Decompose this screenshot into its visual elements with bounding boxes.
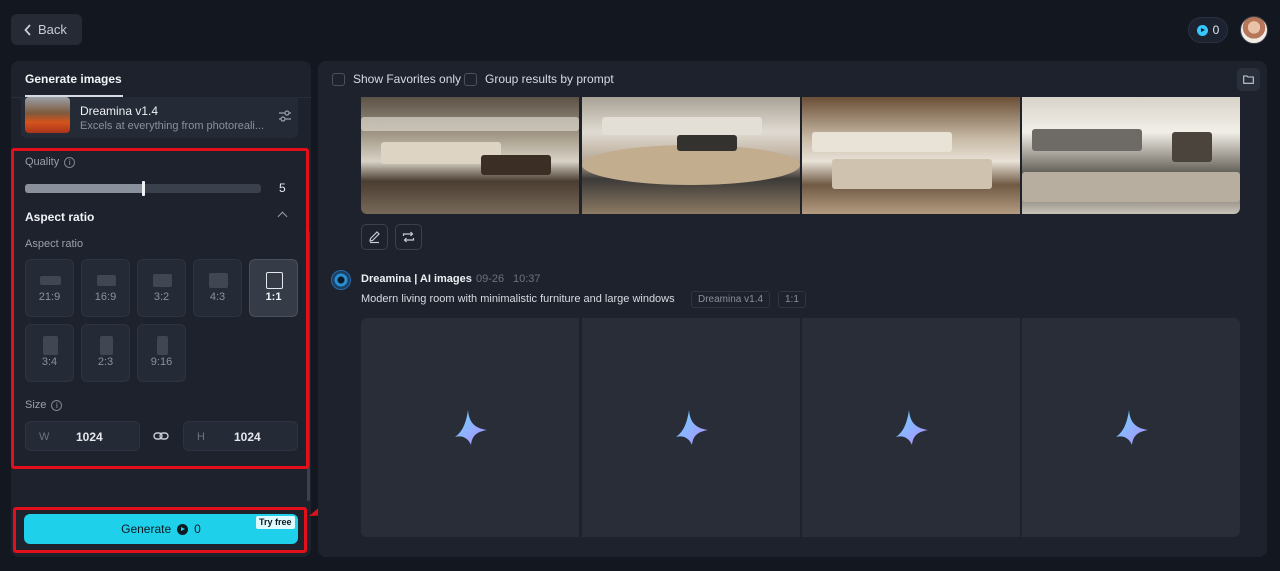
ratio-tag: 1:1 (778, 291, 806, 308)
credits-count: 0 (1212, 23, 1220, 37)
model-tag: Dreamina v1.4 (691, 291, 771, 308)
feed-prompt[interactable]: Modern living room with minimalistic fur… (361, 293, 675, 305)
edit-pencil-icon (369, 231, 380, 244)
results-panel: Show Favorites only Group results by pro… (318, 61, 1267, 557)
model-description: Excels at everything from photoreali... (80, 120, 265, 132)
back-button[interactable]: Back (11, 14, 82, 45)
image-detail (361, 117, 579, 131)
folder-icon (1243, 75, 1254, 84)
group-results-label: Group results by prompt (485, 72, 614, 86)
image-detail (602, 117, 762, 135)
model-name: Dreamina v1.4 (80, 104, 159, 118)
loading-image-placeholder (582, 318, 800, 537)
loading-image-placeholder (1022, 318, 1240, 537)
annotation-highlight-generate (13, 507, 307, 553)
credit-coin-icon (1196, 24, 1208, 36)
loading-image-placeholder (361, 318, 579, 537)
tab-generate-images[interactable]: Generate images (25, 72, 122, 86)
folder-button[interactable] (1237, 68, 1260, 91)
settings-sliders-icon[interactable] (278, 109, 292, 123)
show-favorites-toggle[interactable]: Show Favorites only (332, 72, 461, 86)
group-results-toggle[interactable]: Group results by prompt (464, 72, 614, 86)
dreamina-avatar-icon (331, 270, 351, 290)
credits-badge[interactable]: 0 (1188, 17, 1228, 43)
result-image[interactable] (802, 97, 1020, 214)
result-image[interactable] (582, 97, 800, 214)
dreamina-spark-icon (455, 410, 487, 445)
image-detail (582, 145, 800, 185)
show-favorites-label: Show Favorites only (353, 72, 462, 86)
image-detail (1032, 129, 1142, 151)
feed-author: Dreamina | AI images (361, 273, 472, 285)
regenerate-icon (402, 231, 415, 243)
dreamina-spark-icon (676, 410, 708, 445)
image-detail (677, 135, 737, 151)
edit-button[interactable] (361, 224, 388, 250)
image-detail (832, 159, 992, 189)
dreamina-spark-icon (896, 410, 928, 445)
feed-time: 10:37 (513, 273, 541, 285)
result-image[interactable] (361, 97, 579, 214)
group-results-checkbox[interactable] (464, 72, 477, 86)
model-thumbnail (25, 97, 70, 133)
annotation-highlight-settings (11, 148, 309, 469)
dreamina-spark-icon (1116, 410, 1148, 445)
loading-image-placeholder (802, 318, 1020, 537)
chevron-left-icon (24, 23, 31, 36)
image-detail (1022, 172, 1240, 202)
avatar[interactable] (1240, 16, 1268, 44)
regenerate-button[interactable] (395, 224, 422, 250)
feed-date: 09-26 (476, 273, 505, 285)
result-image[interactable] (1022, 97, 1240, 214)
image-detail (1172, 132, 1212, 162)
back-label: Back (38, 22, 67, 37)
show-favorites-checkbox[interactable] (332, 72, 345, 86)
image-detail (481, 155, 551, 175)
model-selector[interactable]: Dreamina v1.4 Excels at everything from … (21, 97, 298, 138)
image-detail (812, 132, 952, 152)
